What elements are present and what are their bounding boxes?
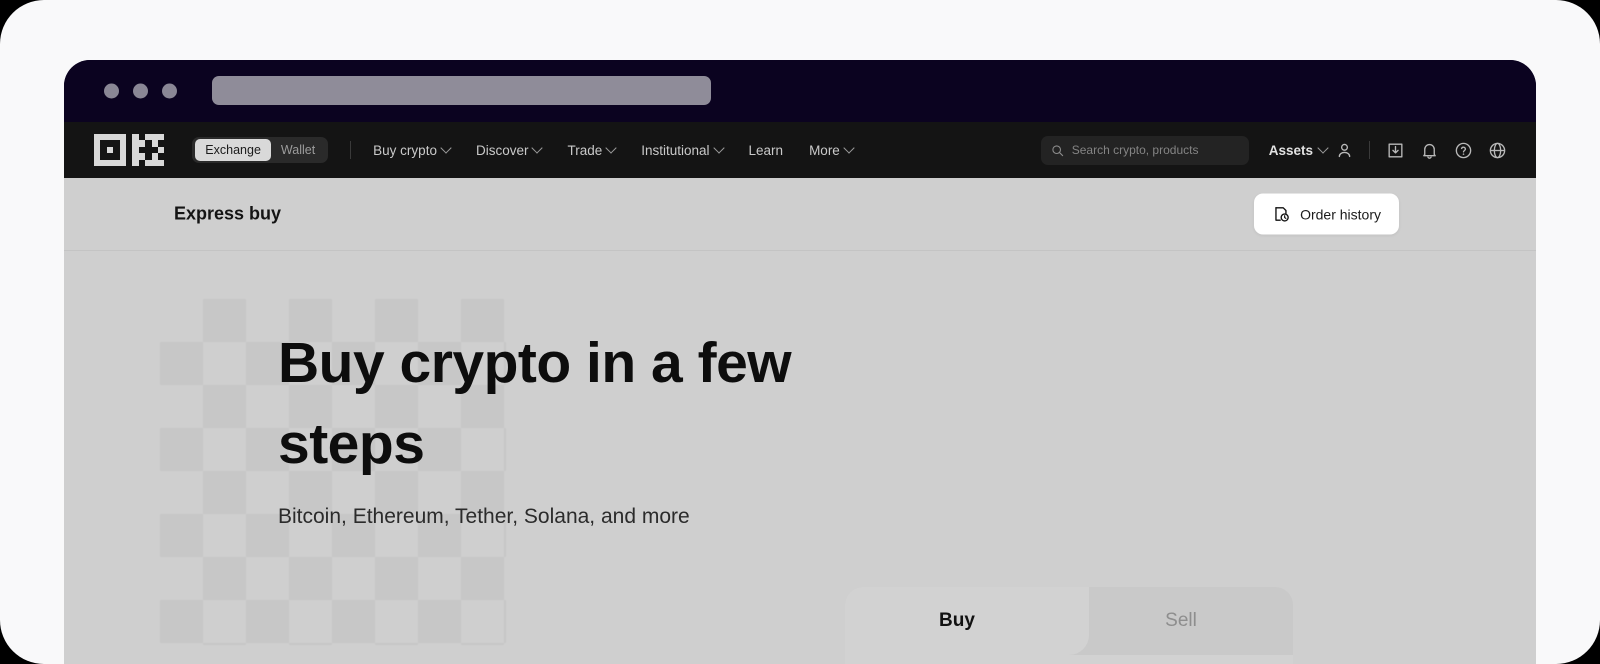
page-content: Express buy Order history Buy crypto in … xyxy=(64,178,1536,664)
nav-item-label: Institutional xyxy=(641,142,710,158)
close-window-button[interactable] xyxy=(104,83,119,99)
order-history-label: Order history xyxy=(1300,206,1381,222)
address-bar[interactable] xyxy=(212,76,711,105)
notifications-button[interactable] xyxy=(1412,133,1446,167)
assets-label: Assets xyxy=(1268,142,1313,158)
nav-item-institutional[interactable]: Institutional xyxy=(641,142,725,158)
mode-toggle-wallet[interactable]: Wallet xyxy=(271,139,325,162)
search-icon xyxy=(1052,144,1063,156)
nav-item-discover[interactable]: Discover xyxy=(475,142,544,158)
chevron-down-icon xyxy=(440,142,452,154)
browser-chrome xyxy=(64,60,1536,122)
search-input[interactable]: Search crypto, products xyxy=(1040,135,1249,165)
maximize-window-button[interactable] xyxy=(162,83,177,99)
search-placeholder: Search crypto, products xyxy=(1071,143,1199,157)
help-button[interactable] xyxy=(1446,133,1480,167)
mode-toggle-exchange[interactable]: Exchange xyxy=(195,138,271,162)
hero-section: Buy crypto in a few steps Bitcoin, Ether… xyxy=(64,251,1536,664)
nav-item-learn[interactable]: Learn xyxy=(749,143,784,158)
nav-divider xyxy=(1369,141,1370,159)
hero-title: Buy crypto in a few steps xyxy=(278,331,792,476)
user-account-button[interactable] xyxy=(1327,133,1361,167)
tab-buy[interactable]: Buy xyxy=(845,587,1069,655)
nav-item-more[interactable]: More xyxy=(809,142,855,158)
okx-logo[interactable] xyxy=(94,134,165,166)
express-buy-card: Buy Sell You'll pay 0.00 xyxy=(845,587,1293,664)
order-history-icon xyxy=(1275,207,1289,222)
chevron-down-icon xyxy=(843,142,855,154)
page-header: Express buy Order history xyxy=(64,178,1536,251)
nav-item-label: Trade xyxy=(567,142,603,158)
mode-toggle: Exchange Wallet xyxy=(192,137,329,163)
tab-sell[interactable]: Sell xyxy=(1069,587,1293,655)
nav-right-group: Search crypto, products Assets xyxy=(1040,133,1536,167)
nav-divider xyxy=(350,141,352,159)
hero-copy: Buy crypto in a few steps Bitcoin, Ether… xyxy=(278,323,798,529)
globe-icon xyxy=(1489,142,1505,158)
page-title: Express buy xyxy=(174,203,282,224)
order-history-button[interactable]: Order history xyxy=(1254,193,1399,235)
minimize-window-button[interactable] xyxy=(133,83,148,99)
nav-item-trade[interactable]: Trade xyxy=(567,142,617,158)
nav-item-label: More xyxy=(809,142,840,158)
bell-icon xyxy=(1422,143,1436,159)
nav-item-label: Learn xyxy=(748,142,784,158)
card-tabs: Buy Sell xyxy=(845,587,1293,655)
download-app-button[interactable] xyxy=(1378,133,1412,167)
user-icon xyxy=(1338,143,1350,157)
nav-item-label: Buy crypto xyxy=(373,142,437,158)
screenshot-canvas: Exchange Wallet Buy crypto Discover Trad… xyxy=(0,0,1600,664)
card-body: You'll pay 0.00 USD 1-50 xyxy=(845,655,1293,664)
language-button[interactable] xyxy=(1480,133,1514,167)
nav-item-buy-crypto[interactable]: Buy crypto xyxy=(373,142,452,158)
help-circle-icon xyxy=(1455,142,1471,158)
chevron-down-icon xyxy=(531,142,544,154)
chevron-down-icon xyxy=(605,142,617,154)
assets-menu[interactable]: Assets xyxy=(1268,142,1329,158)
traffic-lights xyxy=(104,83,177,99)
hero-subtitle: Bitcoin, Ethereum, Tether, Solana, and m… xyxy=(278,504,690,528)
browser-window: Exchange Wallet Buy crypto Discover Trad… xyxy=(64,60,1536,664)
download-icon xyxy=(1387,142,1403,158)
nav-item-label: Discover xyxy=(475,142,529,158)
chevron-down-icon xyxy=(712,142,725,154)
site-navigation-bar: Exchange Wallet Buy crypto Discover Trad… xyxy=(64,122,1536,178)
nav-links: Buy crypto Discover Trade Institutional … xyxy=(373,142,855,158)
